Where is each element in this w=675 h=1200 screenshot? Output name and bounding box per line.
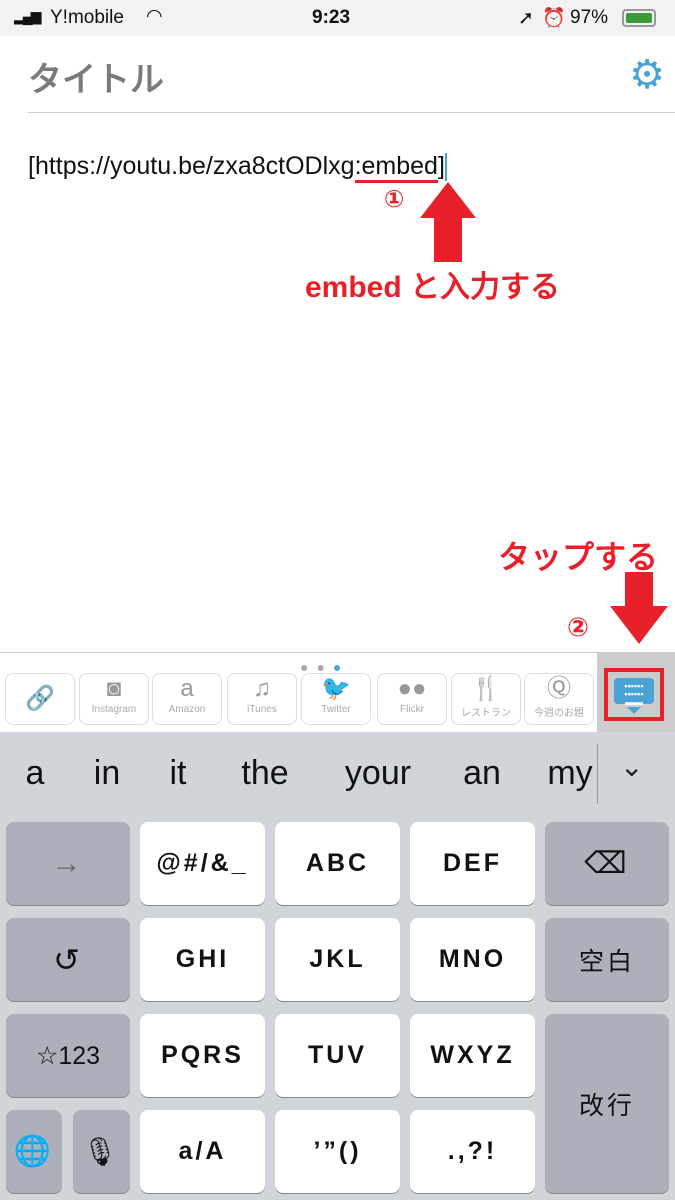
chevron-down-icon[interactable]: ⌄ <box>620 750 643 783</box>
suggestion[interactable]: in <box>94 754 120 793</box>
suggestion[interactable]: a <box>26 754 45 793</box>
key-jkl[interactable]: JKL <box>275 918 400 1001</box>
status-bar: ▂▄▆ Y!mobile ◠ 9:23 ➚ ⏰ 97% <box>0 0 675 36</box>
microphone-icon: 🎙 <box>82 1136 121 1167</box>
url-text: [https://youtu.be/zxa8ctODlxg <box>28 152 355 180</box>
instagram-icon: ◙ <box>106 675 122 702</box>
divider <box>597 744 598 804</box>
suggestion[interactable]: it <box>170 754 187 793</box>
label: Instagram <box>91 704 137 715</box>
backspace-icon: ⌫ <box>584 847 630 880</box>
label: Flickr <box>400 704 424 715</box>
undo-key[interactable]: ↺ <box>6 918 130 1001</box>
link-icon: 🔗 <box>25 685 55 712</box>
toolbar-flickr[interactable]: ●● Flickr <box>377 673 447 725</box>
key-abc[interactable]: ABC <box>275 822 400 905</box>
keyboard: a in it the your an my ⌄ → @#/&_ ABC DEF… <box>0 732 675 1200</box>
toolbar-instagram[interactable]: ◙ Instagram <box>79 673 149 725</box>
wifi-icon: ◠ <box>146 6 163 27</box>
label: レストラン <box>461 708 511 719</box>
arrow-up-shaft <box>434 216 462 262</box>
music-note-icon: ♫ <box>253 675 271 702</box>
twitter-bird-icon: 🐦 <box>321 675 351 702</box>
key-symbols[interactable]: @#/&_ <box>140 822 265 905</box>
suggestion[interactable]: my <box>547 754 592 793</box>
number-key[interactable]: ☆123 <box>6 1014 130 1097</box>
toolbar-link[interactable]: 🔗 <box>5 673 75 725</box>
return-key[interactable]: 改行 <box>545 1014 669 1193</box>
key-tuv[interactable]: TUV <box>275 1014 400 1097</box>
key-def[interactable]: DEF <box>410 822 535 905</box>
step1-marker: ① <box>384 186 405 213</box>
divider <box>28 112 675 113</box>
battery-icon <box>622 9 656 27</box>
toolbar-weekly-topic[interactable]: Ⓠ 今週のお題 <box>524 673 594 725</box>
label: Twitter <box>321 704 351 715</box>
post-title-field[interactable]: タイトル <box>28 52 164 101</box>
key-punct[interactable]: .,?! <box>410 1110 535 1193</box>
key-pqrs[interactable]: PQRS <box>140 1014 265 1097</box>
toolbar-amazon[interactable]: a Amazon <box>152 673 222 725</box>
key-wxyz[interactable]: WXYZ <box>410 1014 535 1097</box>
suggestion[interactable]: your <box>345 754 411 793</box>
arrow-down-icon <box>610 606 668 644</box>
arrow-key[interactable]: → <box>6 822 130 905</box>
label: Amazon <box>168 704 206 715</box>
suggestion[interactable]: the <box>241 754 288 793</box>
toolbar-restaurant[interactable]: 🍴 レストラン <box>451 673 521 725</box>
toolbar-twitter[interactable]: 🐦 Twitter <box>301 673 371 725</box>
step1-instruction: embed と入力する <box>305 271 561 304</box>
space-key[interactable]: 空白 <box>545 918 669 1001</box>
key-case[interactable]: a/A <box>140 1110 265 1193</box>
key-mno[interactable]: MNO <box>410 918 535 1001</box>
arrow-down-shaft <box>625 572 653 608</box>
fork-knife-icon: 🍴 <box>471 675 501 702</box>
body-editor[interactable]: [https://youtu.be/zxa8ctODlxg:embed] <box>28 152 447 183</box>
gear-icon[interactable]: ⚙ <box>626 54 668 96</box>
clock: 9:23 <box>312 7 351 28</box>
typed-embed: :embed <box>354 152 438 183</box>
bracket-close: ] <box>437 152 445 180</box>
location-icon: ➚ <box>518 8 534 29</box>
suggestion[interactable]: an <box>463 754 501 793</box>
label: iTunes <box>247 704 277 715</box>
key-quotes[interactable]: ’”() <box>275 1110 400 1193</box>
keyboard-icon: ▪▪▪▪▪▪ ▪▪▪▪▪▪ ▬▬ <box>614 678 654 707</box>
signal-icon: ▂▄▆ <box>14 8 41 24</box>
amazon-icon: a <box>180 675 194 702</box>
step2-marker: ② <box>567 612 590 642</box>
carrier: Y!mobile <box>50 7 124 28</box>
q-pin-icon: Ⓠ <box>547 675 571 702</box>
caret-down-icon <box>627 707 641 714</box>
keyboard-toggle-button[interactable]: ▪▪▪▪▪▪ ▪▪▪▪▪▪ ▬▬ <box>604 668 664 721</box>
globe-icon: 🌐 <box>13 1135 55 1168</box>
arrow-up-icon <box>420 182 476 218</box>
keyboard-toggle-panel: ▪▪▪▪▪▪ ▪▪▪▪▪▪ ▬▬ <box>597 653 675 733</box>
alarm-icon: ⏰ <box>542 8 566 29</box>
battery-percent: 97% <box>570 7 609 28</box>
flickr-dots-icon: ●● <box>397 675 427 702</box>
delete-key[interactable]: ⌫ <box>545 822 669 905</box>
globe-key[interactable]: 🌐 <box>6 1110 62 1193</box>
key-ghi[interactable]: GHI <box>140 918 265 1001</box>
toolbar-itunes[interactable]: ♫ iTunes <box>227 673 297 725</box>
dictation-key[interactable]: 🎙 <box>73 1110 130 1193</box>
insert-toolbar: ●●● 🔗 ◙ Instagram a Amazon ♫ iTunes 🐦 Twitte… <box>0 652 675 733</box>
text-cursor <box>444 153 447 182</box>
label: 今週のお題 <box>534 708 584 719</box>
